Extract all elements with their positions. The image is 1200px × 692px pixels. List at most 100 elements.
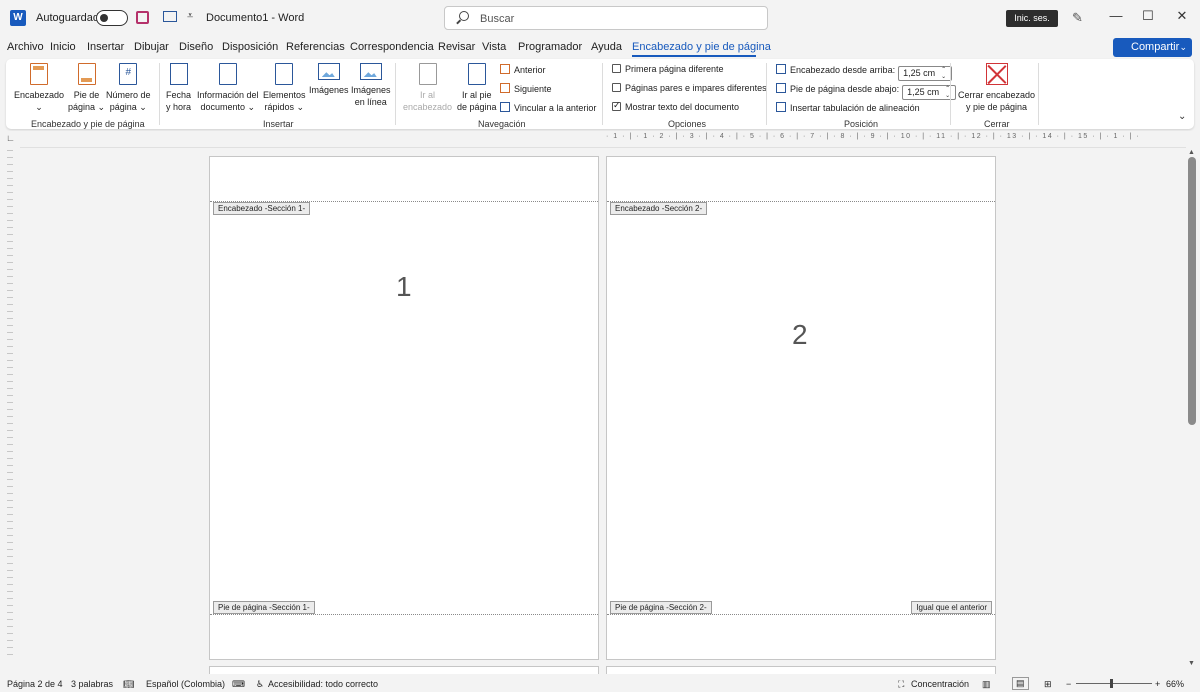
- header-from-top-row: Encabezado desde arriba: 1,25 cm: [776, 64, 953, 81]
- sign-in-button[interactable]: Inic. ses.: [1006, 10, 1058, 27]
- header-from-top-label: Encabezado desde arriba:: [790, 65, 896, 75]
- present-icon[interactable]: [163, 11, 177, 22]
- group-label-navigation: Navegación: [478, 119, 526, 129]
- proofing-icon[interactable]: 📖︎: [123, 679, 134, 690]
- pictures-button[interactable]: Imágenes: [309, 63, 349, 96]
- different-first-page-checkbox[interactable]: Primera página diferente: [612, 64, 724, 74]
- header-from-top-input[interactable]: 1,25 cm: [898, 66, 953, 81]
- footer-boundary: [607, 614, 995, 615]
- tab-vista[interactable]: Vista: [482, 41, 506, 53]
- different-odd-even-checkbox[interactable]: Páginas pares e impares diferentes: [612, 83, 767, 93]
- horizontal-ruler-area: · 1 · | · 1 · 2 · | · 3 · | · 4 · | · 5 …: [0, 131, 1200, 147]
- read-mode-icon[interactable]: ▥: [982, 679, 991, 690]
- tab-inicio[interactable]: Inicio: [50, 41, 76, 53]
- go-to-header-button[interactable]: Ir al encabezado: [403, 63, 452, 113]
- ribbon-separator: [766, 63, 767, 125]
- collapse-ribbon-icon[interactable]: ⌄: [1178, 111, 1186, 122]
- scroll-down-icon[interactable]: ▼: [1188, 660, 1195, 667]
- footer-position-icon: [776, 83, 786, 93]
- pen-icon[interactable]: ✎: [1072, 10, 1083, 26]
- date-time-button[interactable]: Fecha y hora: [166, 63, 191, 113]
- close-window-button[interactable]: ✕: [1172, 8, 1192, 24]
- tab-archivo[interactable]: Archivo: [7, 41, 44, 53]
- search-box[interactable]: Buscar: [444, 6, 768, 30]
- page-2[interactable]: Encabezado -Sección 2- 2 Pie de página -…: [606, 156, 996, 660]
- tab-dibujar[interactable]: Dibujar: [134, 41, 169, 53]
- link-icon: [500, 102, 510, 112]
- horizontal-ruler[interactable]: · 1 · | · 1 · 2 · | · 3 · | · 4 · | · 5 …: [606, 133, 1139, 145]
- show-document-text-checkbox[interactable]: Mostrar texto del documento: [612, 100, 739, 112]
- focus-mode[interactable]: Concentración: [911, 679, 969, 689]
- page-number-button[interactable]: # Número de página ⌄: [106, 63, 151, 113]
- word-count[interactable]: 3 palabras: [71, 679, 113, 689]
- group-label-close: Cerrar: [984, 119, 1010, 129]
- quick-parts-label-2: rápidos: [264, 102, 294, 112]
- header-button[interactable]: Encabezado ⌄: [14, 63, 64, 113]
- document-canvas[interactable]: Encabezado -Sección 1- 1 Pie de página -…: [20, 147, 1186, 676]
- next-button[interactable]: Siguiente: [500, 83, 552, 94]
- document-info-button[interactable]: Información del documento ⌄: [197, 63, 259, 113]
- zoom-out-button[interactable]: −: [1066, 679, 1071, 689]
- tab-referencias[interactable]: Referencias: [286, 41, 345, 53]
- web-layout-icon[interactable]: ⊞: [1044, 679, 1052, 690]
- tab-diseno[interactable]: Diseño: [179, 41, 213, 53]
- chevron-down-icon: ⌄: [1179, 42, 1187, 52]
- link-to-previous-label: Vincular a la anterior: [514, 103, 597, 113]
- share-label: Compartir: [1131, 41, 1180, 53]
- quick-parts-label-1: Elementos: [263, 90, 306, 100]
- link-to-previous-button[interactable]: Vincular a la anterior: [500, 102, 596, 113]
- search-placeholder: Buscar: [480, 13, 515, 25]
- maximize-button[interactable]: ☐: [1138, 8, 1158, 24]
- insert-alignment-tab-button[interactable]: Insertar tabulación de alineación: [776, 102, 920, 113]
- autosave-label: Autoguardado: [36, 12, 106, 24]
- insert-alignment-tab-label: Insertar tabulación de alineación: [790, 103, 920, 113]
- tab-disposicion[interactable]: Disposición: [222, 41, 278, 53]
- scroll-up-icon[interactable]: ▲: [1188, 149, 1195, 156]
- zoom-in-button[interactable]: +: [1155, 679, 1160, 689]
- calendar-icon: [169, 63, 188, 85]
- autosave-toggle[interactable]: [96, 10, 128, 26]
- go-to-header-icon: [418, 63, 437, 85]
- save-icon[interactable]: [136, 11, 149, 24]
- tab-ayuda[interactable]: Ayuda: [591, 41, 622, 53]
- previous-button[interactable]: Anterior: [500, 64, 546, 75]
- tab-insertar[interactable]: Insertar: [87, 41, 124, 53]
- customize-quick-access-icon[interactable]: ⩡: [187, 10, 193, 23]
- next-label: Siguiente: [514, 84, 552, 94]
- text-predictions-icon[interactable]: ⌨︎: [232, 679, 245, 690]
- title-bar: W Autoguardado ⩡ Documento1 - Word Busca…: [0, 0, 1200, 36]
- tab-correspondencia[interactable]: Correspondencia: [350, 41, 434, 53]
- previous-label: Anterior: [514, 65, 546, 75]
- page-body-text[interactable]: 1: [396, 271, 412, 303]
- different-odd-even-label: Páginas pares e impares diferentes: [625, 83, 767, 93]
- footer-from-bottom-input[interactable]: 1,25 cm: [902, 85, 957, 100]
- header-section-tag: Encabezado -Sección 1-: [213, 202, 311, 215]
- print-layout-icon[interactable]: ▤: [1012, 677, 1029, 690]
- page-body-text[interactable]: 2: [792, 319, 808, 351]
- footer-section-tag: Pie de página -Sección 1-: [213, 601, 315, 614]
- zoom-slider[interactable]: [1076, 683, 1152, 684]
- tab-encabezado-pie[interactable]: Encabezado y pie de página: [632, 41, 771, 53]
- page-1[interactable]: Encabezado -Sección 1- 1 Pie de página -…: [209, 156, 599, 660]
- language[interactable]: Español (Colombia): [146, 679, 225, 689]
- vertical-scrollbar-thumb[interactable]: [1188, 157, 1196, 425]
- quick-parts-button[interactable]: Elementos rápidos ⌄: [263, 63, 306, 113]
- zoom-level[interactable]: 66%: [1166, 679, 1184, 689]
- group-label-position: Posición: [844, 119, 879, 129]
- online-pictures-button[interactable]: Imágenes en línea: [351, 63, 391, 108]
- go-to-footer-button[interactable]: Ir al pie de página: [457, 63, 497, 113]
- tab-revisar[interactable]: Revisar: [438, 41, 475, 53]
- share-button[interactable]: Compartir ⌄: [1113, 38, 1192, 57]
- ribbon-tabs: Archivo Inicio Insertar Dibujar Diseño D…: [0, 36, 1200, 58]
- header-icon: [30, 63, 49, 85]
- accessibility-status[interactable]: Accesibilidad: todo correcto: [268, 679, 378, 689]
- minimize-button[interactable]: —: [1106, 8, 1126, 23]
- active-tab-indicator: [632, 55, 756, 57]
- tab-selector-icon[interactable]: ∟: [6, 133, 15, 143]
- close-header-footer-button[interactable]: Cerrar encabezado y pie de página: [958, 63, 1035, 113]
- footer-button[interactable]: Pie de página ⌄: [68, 63, 105, 113]
- zoom-slider-thumb[interactable]: [1110, 679, 1113, 688]
- page-count[interactable]: Página 2 de 4: [7, 679, 63, 689]
- tab-programador[interactable]: Programador: [518, 41, 582, 53]
- vertical-ruler[interactable]: [7, 150, 13, 660]
